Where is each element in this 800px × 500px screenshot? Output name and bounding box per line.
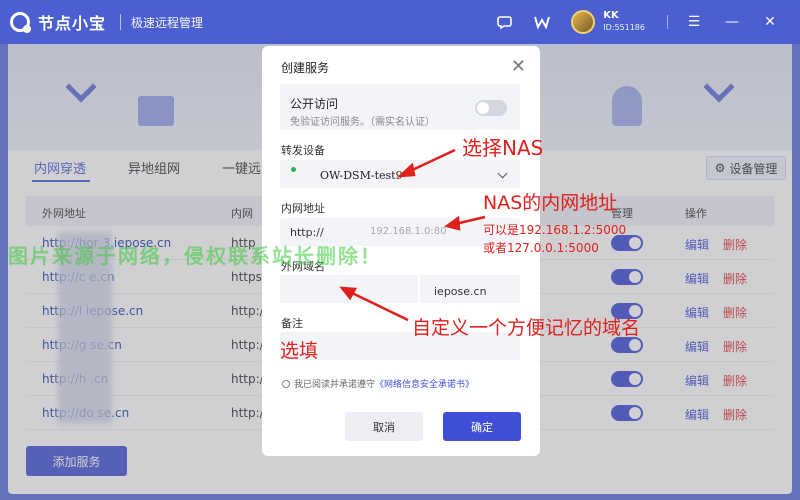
- annotation-nas-ip: NAS的内网地址: [483, 192, 618, 214]
- annotation-ip-example-1: 可以是192.168.1.2:5000: [483, 223, 627, 237]
- arrowhead-icon: [444, 215, 461, 231]
- annotation-ip-example-2: 或者127.0.0.1:5000: [483, 241, 599, 255]
- arrow-custom-domain: [349, 290, 409, 322]
- arrowhead-icon: [396, 162, 416, 178]
- annotation-select-nas: 选择NAS: [462, 136, 544, 160]
- annotation-arrows: [339, 148, 486, 322]
- arrow-select-nas: [407, 148, 456, 174]
- annotation-custom-domain: 自定义一个方便记忆的域名: [412, 317, 641, 339]
- annotation-optional: 选填: [280, 340, 319, 362]
- arrowhead-icon: [339, 286, 358, 301]
